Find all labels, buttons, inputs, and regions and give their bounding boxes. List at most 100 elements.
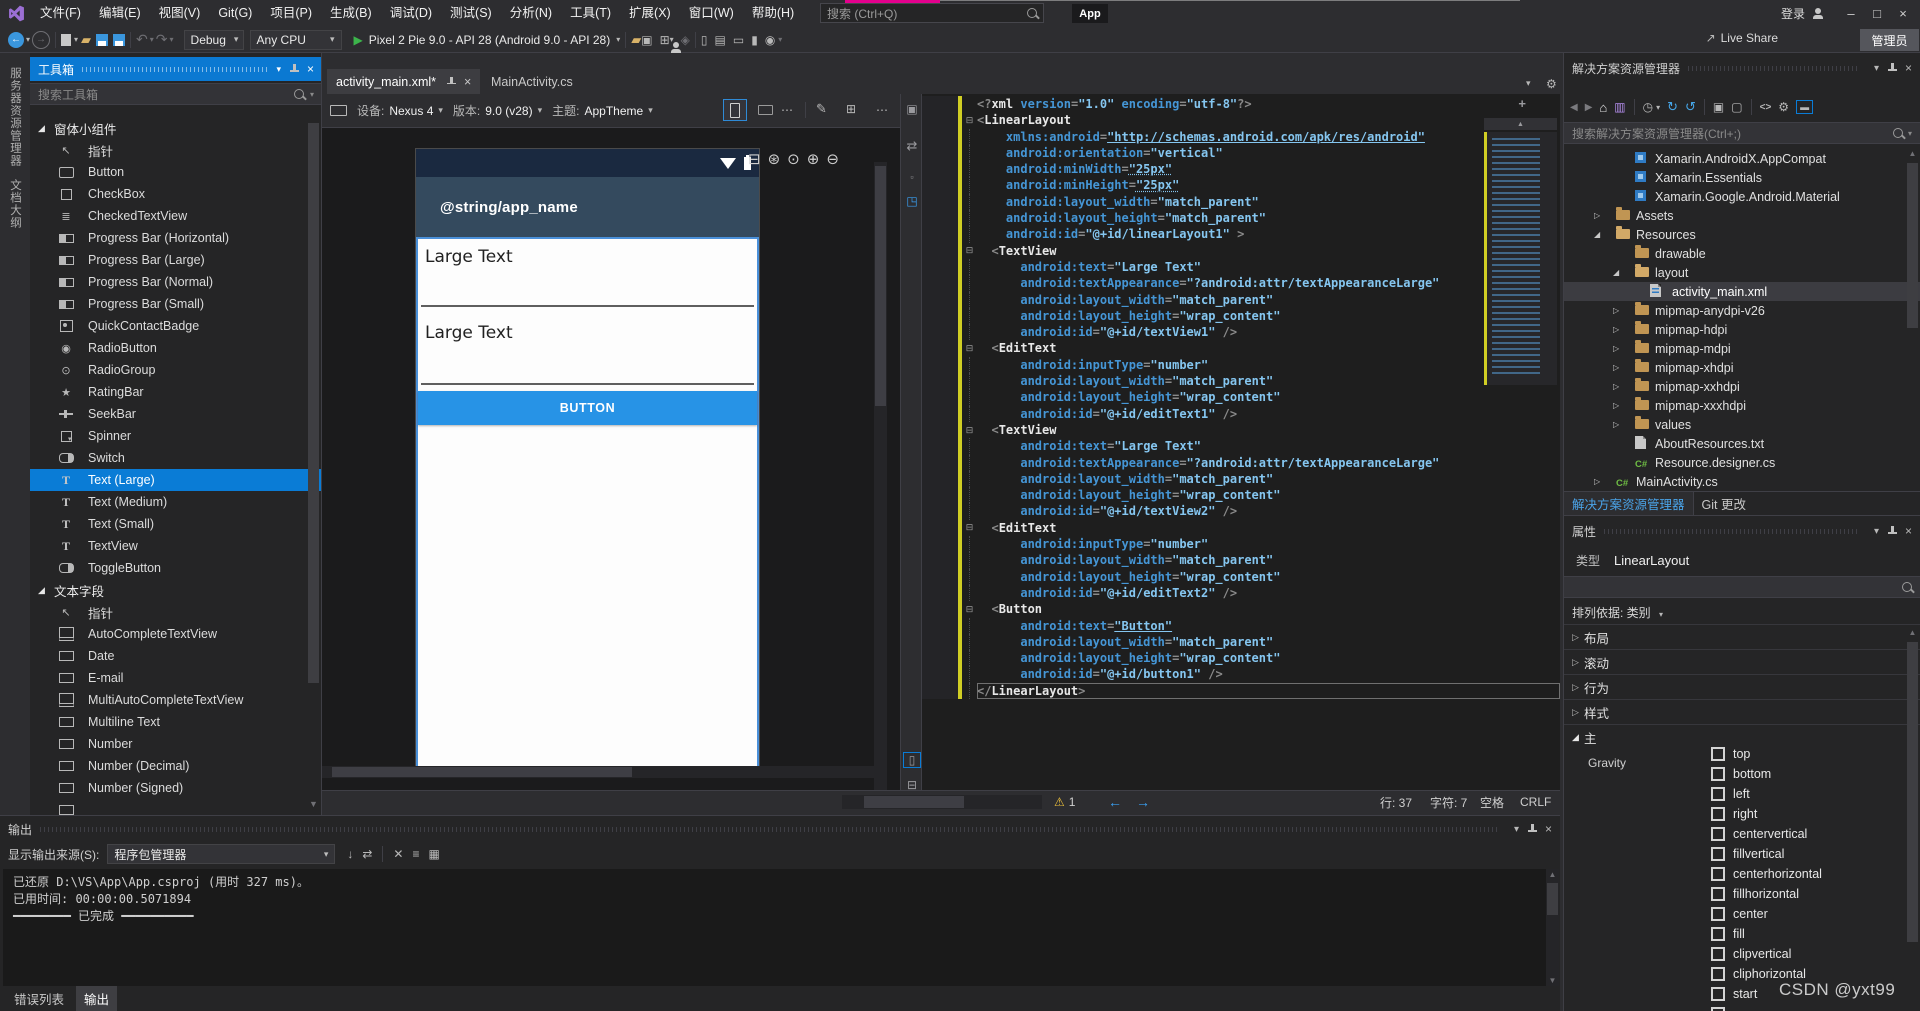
edittext1-underline[interactable] (421, 305, 754, 307)
designer-more-icon[interactable]: ⋯ (781, 103, 793, 117)
toolbox-close-icon[interactable]: × (307, 62, 314, 76)
gravity-option-fill[interactable]: fill (1711, 924, 1822, 944)
collapsed-arrow-icon[interactable]: ▷ (1613, 401, 1619, 410)
search-input[interactable]: 搜索 (Ctrl+Q) (820, 3, 1044, 23)
gravity-option-center[interactable]: center (1711, 904, 1822, 924)
checkbox-icon[interactable] (1711, 787, 1725, 801)
code-line[interactable]: android:layout_height="wrap_content" (922, 308, 1560, 324)
run-button[interactable]: ▶ Pixel 2 Pie 9.0 - API 28 (Android 9.0 … (354, 33, 621, 47)
se-tab-0[interactable]: 解决方案资源管理器 (1564, 492, 1694, 515)
popout-icon[interactable]: ◳ (901, 194, 923, 208)
feedback-icon[interactable] (670, 42, 682, 53)
device-log-icon[interactable]: ▭ (733, 33, 744, 47)
deploy-device-icon[interactable]: ▯ (701, 33, 708, 47)
designer-grid-icon[interactable]: ⊞ (846, 102, 856, 116)
tree-item-mipmap-xxxhdpi[interactable]: ▷mipmap-xxxhdpi (1564, 396, 1920, 415)
toolbox-item[interactable]: TTextView (30, 535, 322, 557)
collapsed-arrow-icon[interactable]: ▷ (1613, 325, 1619, 334)
code-line[interactable]: <?xml version="1.0" encoding="utf-8"?> (922, 96, 1560, 112)
code-line[interactable]: ⊟ <Button (922, 601, 1560, 617)
live-share-button[interactable]: ↗ Live Share (1706, 31, 1778, 45)
code-line[interactable]: android:id="@+id/editText2" /> (922, 585, 1560, 601)
collapsed-arrow-icon[interactable]: ▷ (1613, 344, 1619, 353)
portrait-orientation-button[interactable] (723, 99, 747, 121)
output-log[interactable]: 已还原 D:\VS\App\App.csproj (用时 327 ms)。已用时… (3, 869, 1546, 986)
swap-panes-icon[interactable]: ⇄ (901, 138, 923, 154)
output-close-icon[interactable]: × (1545, 822, 1552, 836)
tree-item-Resource.designer.cs[interactable]: C#Resource.designer.cs (1564, 453, 1920, 472)
grid-icon[interactable]: ⊞ (660, 33, 670, 47)
code-line[interactable]: android:textAppearance="?android:attr/te… (922, 455, 1560, 471)
code-line[interactable]: android:layout_height="wrap_content" (922, 569, 1560, 585)
edit-theme-pencil-icon[interactable]: ✎ (816, 101, 827, 117)
se-search-dropdown-icon[interactable]: ▾ (1908, 129, 1912, 138)
props-scrollbar[interactable]: ▲ (1907, 628, 1918, 1008)
toolbox-item[interactable]: Spinner (30, 425, 322, 447)
code-line[interactable]: android:id="@+id/textView1" /> (922, 324, 1560, 340)
se-preview-selected-icon[interactable]: ▬ (1796, 100, 1813, 114)
se-view-code-icon[interactable]: <> (1760, 102, 1772, 113)
minimize-button[interactable]: – (1838, 6, 1864, 21)
editor-hscrollbar[interactable] (842, 795, 1042, 809)
fold-collapse-icon[interactable]: ⊟ (962, 422, 977, 438)
textview1[interactable]: Large Text (425, 247, 513, 267)
toolbox-search-dropdown-icon[interactable]: ▾ (310, 90, 314, 99)
props-close-icon[interactable]: × (1905, 524, 1912, 538)
toolbox-item[interactable]: Progress Bar (Large) (30, 249, 322, 271)
se-properties-wrench-icon[interactable]: ⚙ (1778, 100, 1789, 114)
splitter-handle-icon[interactable]: + (1518, 96, 1526, 111)
warning-indicator[interactable]: ⚠ 1 (1054, 791, 1075, 813)
tab-activity-main-xml[interactable]: activity_main.xml* × (327, 69, 480, 94)
designer-view-icon[interactable]: ▣ (901, 102, 923, 116)
run-target-dropdown-icon[interactable]: ▾ (616, 35, 620, 44)
toolbox-item[interactable]: SeekBar (30, 403, 322, 425)
tree-item-MainActivity.cs[interactable]: ▷C#MainActivity.cs (1564, 472, 1920, 491)
add-item-icon[interactable]: ▰ (631, 32, 641, 48)
output-scrollbar[interactable]: ▲▼ (1546, 869, 1559, 986)
redo-dropdown-icon[interactable]: ▾ (170, 35, 174, 44)
se-scrollbar[interactable]: ▲ (1907, 149, 1918, 489)
toolbox-item[interactable]: ⊙RadioGroup (30, 359, 322, 381)
tab-mainactivity-cs[interactable]: MainActivity.cs (482, 69, 582, 94)
designer-vscrollbar[interactable] (874, 162, 887, 812)
account-icon[interactable] (1812, 8, 1824, 19)
tree-item-mipmap-anydpi-v26[interactable]: ▷mipmap-anydpi-v26 (1564, 301, 1920, 320)
toolbox-item[interactable]: MultiAutoCompleteTextView (30, 689, 322, 711)
tab-pin-icon[interactable] (446, 77, 456, 87)
zoom-100-icon[interactable]: ⊙ (787, 150, 800, 168)
tree-item-Xamarin.Google.Android.Material[interactable]: Xamarin.Google.Android.Material (1564, 187, 1920, 206)
toolbox-item[interactable]: Progress Bar (Normal) (30, 271, 322, 293)
designer-overflow-icon[interactable]: ⋯ (876, 103, 888, 117)
checkbox-icon[interactable] (1711, 927, 1725, 941)
toolbox-item[interactable]: Button (30, 161, 322, 183)
scrollbar-down-icon[interactable]: ▼ (308, 799, 319, 809)
toolbox-search-input[interactable]: 搜索工具箱 ▾ (30, 83, 322, 105)
output-grid-icon[interactable]: ▦ (428, 847, 439, 861)
menu-item-0[interactable]: 文件(F) (31, 0, 90, 27)
menu-item-2[interactable]: 视图(V) (150, 0, 210, 27)
checkbox-icon[interactable] (1711, 947, 1725, 961)
phone-preview[interactable]: @string/app_name Large Text Large Text B… (415, 148, 760, 778)
checkbox-icon[interactable] (1711, 827, 1725, 841)
toolbox-header[interactable]: 工具箱 ▾ × (30, 57, 322, 81)
tree-item-drawable[interactable]: drawable (1564, 244, 1920, 263)
toolbox-scrollbar[interactable]: ▼ (308, 119, 319, 809)
device-value[interactable]: Nexus 4 (389, 104, 433, 118)
menu-item-8[interactable]: 分析(N) (501, 0, 561, 27)
toolbox-item[interactable]: Number (Decimal) (30, 755, 322, 777)
collapsed-arrow-icon[interactable]: ▷ (1594, 477, 1600, 486)
maximize-button[interactable]: □ (1864, 6, 1890, 21)
checkbox-icon[interactable] (1711, 807, 1725, 821)
panel-close-icon[interactable]: × (1905, 61, 1912, 75)
collapsed-arrow-icon[interactable]: ▷ (1613, 363, 1619, 372)
toolbox-item[interactable]: Number (30, 733, 322, 755)
edittext2-underline[interactable] (421, 383, 754, 385)
code-line[interactable]: xmlns:android="http://schemas.android.co… (922, 129, 1560, 145)
checkbox-icon[interactable] (1711, 887, 1725, 901)
undo-icon[interactable]: ↶ (136, 31, 148, 48)
pin-icon[interactable] (289, 64, 299, 74)
output-source-combo[interactable]: 程序包管理器▾ (107, 844, 335, 864)
toolbox-item[interactable]: ↖指针 (30, 139, 322, 161)
menu-item-9[interactable]: 工具(T) (561, 0, 620, 27)
word-wrap-icon[interactable]: ≡ (412, 847, 419, 861)
